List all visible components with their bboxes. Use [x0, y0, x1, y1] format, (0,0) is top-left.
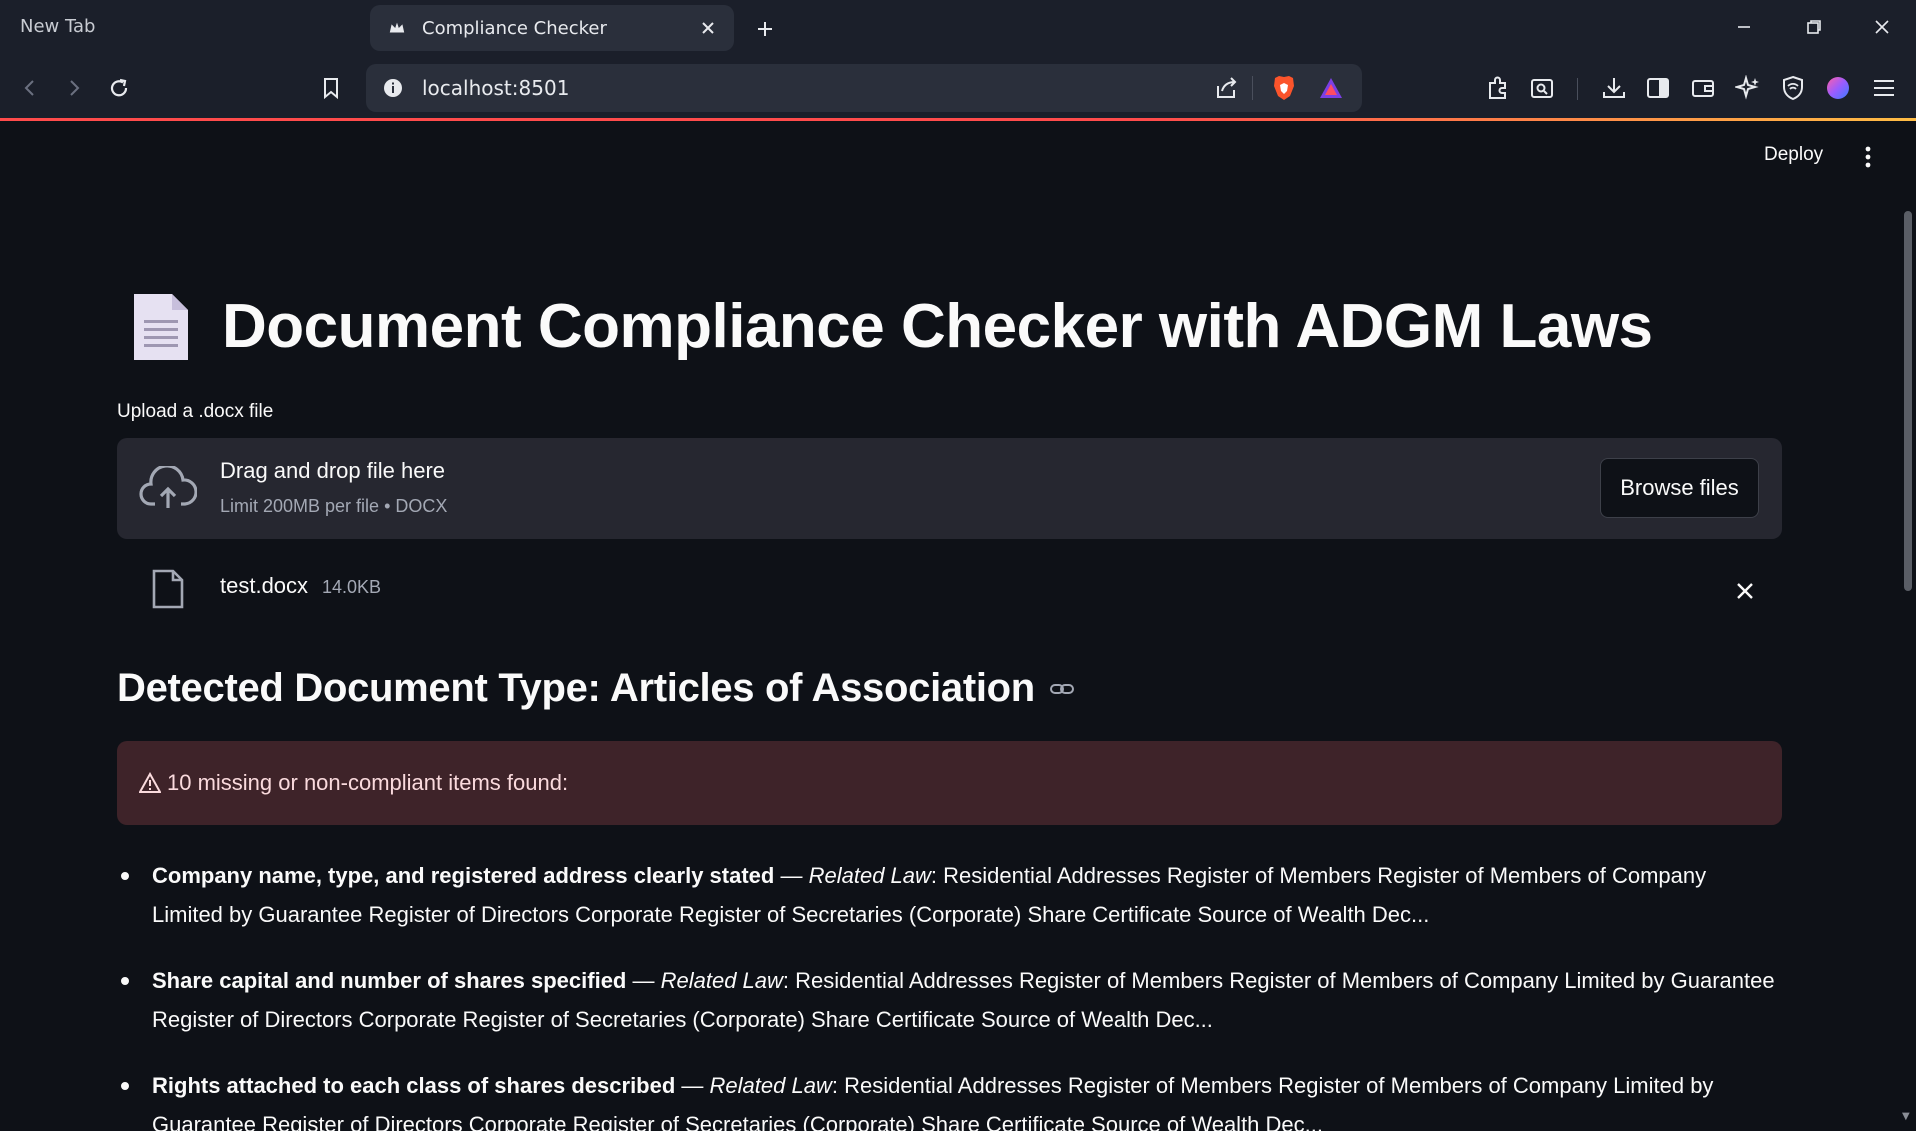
vpn-shield-icon[interactable]: [1773, 68, 1813, 108]
page-title: Document Compliance Checker with ADGM La…: [222, 292, 1653, 361]
browse-files-button[interactable]: Browse files: [1600, 458, 1759, 518]
item-separator: —: [675, 1073, 710, 1098]
list-item: Share capital and number of shares speci…: [117, 961, 1782, 1039]
tab-compliance-checker[interactable]: Compliance Checker: [370, 5, 734, 51]
sidebar-icon[interactable]: [1638, 68, 1678, 108]
profile-avatar[interactable]: [1818, 68, 1858, 108]
item-separator: —: [774, 863, 809, 888]
remove-file-icon[interactable]: [1729, 575, 1761, 607]
upload-label: Upload a .docx file: [117, 401, 274, 422]
streamlit-crown-icon: [389, 22, 405, 33]
list-item: Company name, type, and registered addre…: [117, 856, 1782, 934]
item-title: Rights attached to each class of shares …: [152, 1073, 676, 1098]
detected-type-heading: Detected Document Type: Articles of Asso…: [117, 666, 1075, 711]
back-icon[interactable]: [10, 68, 50, 108]
tab-title: New Tab: [20, 15, 96, 37]
item-law-label: Related Law: [808, 863, 931, 888]
streamlit-app: Deploy ▼ Document Compliance Checker wit…: [0, 121, 1916, 1131]
warning-alert: 10 missing or non-compliant items found:: [117, 741, 1782, 825]
reload-icon[interactable]: [99, 68, 139, 108]
bullet: [121, 977, 129, 985]
item-title: Share capital and number of shares speci…: [152, 968, 627, 993]
restore-icon[interactable]: [1792, 8, 1836, 46]
item-separator: —: [626, 968, 661, 993]
file-dropzone[interactable]: Drag and drop file here Limit 200MB per …: [117, 438, 1782, 539]
divider: [1577, 78, 1578, 100]
item-law-label: Related Law: [709, 1073, 832, 1098]
alert-text: 10 missing or non-compliant items found:: [167, 770, 569, 795]
browser-toolbar: localhost:8501: [0, 56, 1916, 120]
file-size: 14.0KB: [322, 577, 382, 597]
leo-ai-icon[interactable]: [1728, 68, 1768, 108]
warning-icon: [139, 772, 161, 793]
dropzone-instructions: Drag and drop file here: [220, 458, 446, 483]
document-icon: [134, 293, 188, 360]
minimize-icon[interactable]: [1722, 8, 1766, 46]
compliance-items-list: Company name, type, and registered addre…: [117, 856, 1782, 1131]
extensions-icon[interactable]: [1478, 68, 1518, 108]
bullet: [121, 872, 129, 880]
file-name: test.docx: [220, 573, 309, 598]
anchor-link-icon[interactable]: [1049, 676, 1075, 702]
forward-icon[interactable]: [54, 68, 94, 108]
address-bar[interactable]: localhost:8501: [366, 64, 1362, 112]
dropzone-limit: Limit 200MB per file • DOCX: [220, 496, 448, 516]
close-window-icon[interactable]: [1860, 8, 1904, 46]
list-item: Rights attached to each class of shares …: [117, 1066, 1782, 1131]
main-menu-icon[interactable]: [1850, 139, 1886, 175]
uploaded-file-row: test.docx 14.0KB: [117, 561, 1782, 621]
brave-shields-icon[interactable]: [1271, 74, 1297, 102]
new-tab-button[interactable]: [748, 12, 782, 46]
divider: [1252, 76, 1253, 100]
scroll-down-icon[interactable]: ▼: [1902, 1111, 1910, 1122]
bullet: [121, 1082, 129, 1090]
item-law-label: Related Law: [660, 968, 783, 993]
brave-rewards-icon[interactable]: [1318, 76, 1344, 100]
tab-title: Compliance Checker: [422, 17, 607, 39]
bookmark-icon[interactable]: [311, 68, 351, 108]
file-icon: [152, 569, 184, 609]
item-title: Company name, type, and registered addre…: [152, 863, 775, 888]
menu-icon[interactable]: [1864, 68, 1904, 108]
url-text: localhost:8501: [422, 76, 570, 100]
share-icon[interactable]: [1214, 76, 1240, 100]
tab-new-tab[interactable]: New Tab: [8, 6, 358, 46]
page-title-row: Document Compliance Checker with ADGM La…: [130, 291, 1653, 362]
download-icon[interactable]: [1594, 68, 1634, 108]
browser-tab-bar: New Tab Compliance Checker: [0, 0, 1916, 56]
leo-search-icon[interactable]: [1522, 68, 1562, 108]
site-info-icon[interactable]: [382, 77, 404, 99]
detected-type-text: Detected Document Type: Articles of Asso…: [117, 666, 1035, 710]
wallet-icon[interactable]: [1683, 68, 1723, 108]
cloud-upload-icon: [139, 466, 197, 508]
scrollbar[interactable]: [1904, 211, 1912, 591]
deploy-button[interactable]: Deploy: [1752, 137, 1835, 173]
close-tab-icon[interactable]: [696, 16, 720, 40]
